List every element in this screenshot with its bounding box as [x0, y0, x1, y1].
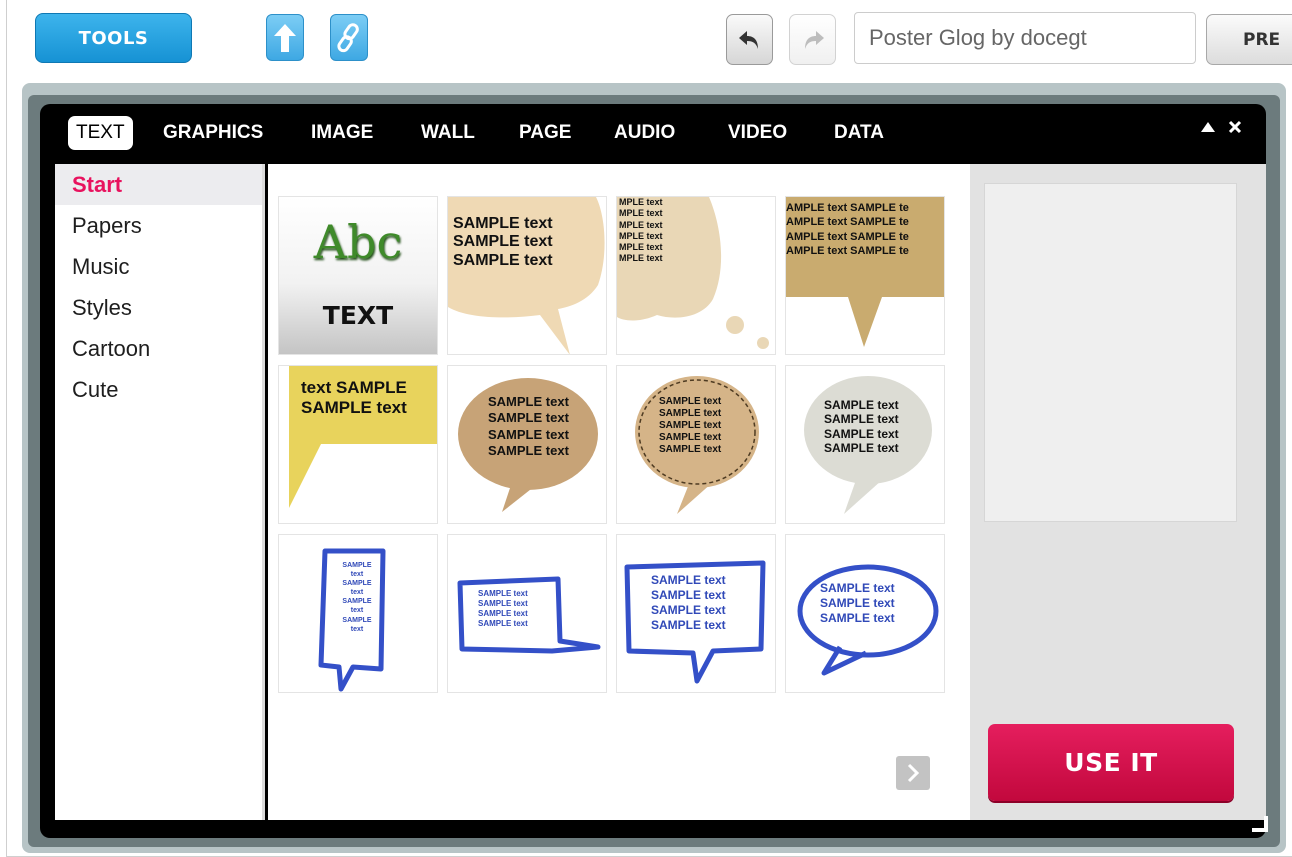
sample-text-block: MPLE text MPLE text MPLE text MPLE text MPL… [619, 197, 663, 264]
tab-wall[interactable]: WALL [413, 116, 483, 150]
close-icon [1228, 120, 1242, 134]
arrow-up-icon [274, 23, 296, 52]
thumbnail-blue-round-bubble[interactable]: SAMPLE text SAMPLE text SAMPLE text [785, 534, 945, 693]
category-cartoon[interactable]: Cartoon [55, 328, 262, 369]
category-styles[interactable]: Styles [55, 287, 262, 328]
category-papers[interactable]: Papers [55, 205, 262, 246]
upload-button[interactable] [266, 14, 304, 61]
thumbnail-yellow-bubble[interactable]: text SAMPLE SAMPLE text [278, 365, 438, 524]
sample-text-block: SAMPLE text SAMPLE text SAMPLE text SAMPLE … [659, 396, 722, 455]
thumbnail-text-label: TEXT [322, 301, 394, 330]
close-panel-button[interactable] [1228, 118, 1242, 139]
sample-text-block: SAMPLE text SAMPLE text SAMPLE text SAMPLE … [824, 398, 899, 456]
sample-text-block: SAMPLE text SAMPLE text SAMPLE text [820, 581, 895, 625]
sample-text-block: SAMPLE text SAMPLE text SAMPLE text SAMPLE … [651, 573, 726, 632]
thumbnail-grey-bubble[interactable]: SAMPLE text SAMPLE text SAMPLE text SAMPLE … [785, 365, 945, 524]
chevron-right-icon [907, 763, 920, 783]
thumbnail-thought-bubble[interactable]: MPLE text MPLE text MPLE text MPLE text MPL… [616, 196, 776, 355]
style-preview-area [984, 183, 1237, 522]
thumbnail-blue-box-bubble[interactable]: SAMPLE text SAMPLE text SAMPLE text SAMPLE … [616, 534, 776, 693]
undo-icon [738, 30, 758, 49]
link-button[interactable] [330, 14, 368, 61]
thumbnail-blue-tall-bubble[interactable]: SAMPLE text SAMPLE text SAMPLE text SAMPLE tex… [278, 534, 438, 693]
tab-video[interactable]: VIDEO [720, 116, 795, 150]
tab-audio[interactable]: AUDIO [606, 116, 683, 150]
abc-sample: Abc [313, 215, 403, 269]
resize-grip-icon[interactable] [1248, 812, 1270, 834]
panel-tabbar: TEXT GRAPHICS IMAGE WALL PAGE AUDIO VIDE… [40, 104, 1266, 164]
tab-data[interactable]: DATA [826, 116, 892, 150]
collapse-button[interactable] [1200, 118, 1216, 139]
undo-button[interactable] [726, 14, 773, 65]
category-sidebar: Start Papers Music Styles Cartoon Cute [55, 164, 265, 820]
style-thumbnail-grid: Abc TEXT SAMPLE text SAMPLE text SAMPLE te… [268, 164, 970, 820]
thumbnail-paper-bubble-1[interactable]: SAMPLE text SAMPLE text SAMPLE text [447, 196, 607, 355]
category-cute[interactable]: Cute [55, 369, 262, 410]
redo-icon [804, 30, 824, 49]
tab-image[interactable]: IMAGE [303, 116, 381, 150]
triangle-up-icon [1201, 122, 1215, 132]
sample-text-block: SAMPLE text SAMPLE text SAMPLE text SAMPLE tex… [342, 562, 372, 633]
sample-text-block: SAMPLE text SAMPLE text SAMPLE text SAMPLE … [478, 589, 528, 628]
use-it-button[interactable]: USE IT [988, 724, 1234, 801]
sample-text-block: SAMPLE text SAMPLE text SAMPLE text [453, 215, 553, 269]
thumbnail-grunge-bubble[interactable]: AMPLE text SAMPLE te AMPLE text SAMPLE te… [785, 196, 945, 355]
sample-text-block: SAMPLE text SAMPLE text SAMPLE text SAMPLE … [488, 394, 569, 458]
tools-button[interactable]: TOOLS [35, 13, 192, 63]
preview-button[interactable]: PRE [1206, 14, 1292, 65]
next-page-button[interactable] [896, 756, 930, 790]
tab-graphics[interactable]: GRAPHICS [155, 116, 271, 150]
thumbnail-oval-paper-bubble[interactable]: SAMPLE text SAMPLE text SAMPLE text SAMPLE … [447, 365, 607, 524]
tab-page[interactable]: PAGE [511, 116, 579, 150]
thumbnail-stitched-bubble[interactable]: SAMPLE text SAMPLE text SAMPLE text SAMPLE … [616, 365, 776, 524]
sample-text-block: text SAMPLE SAMPLE text [301, 378, 407, 417]
glog-title-input[interactable]: Poster Glog by docegt [854, 12, 1196, 64]
thumbnail-plain-text[interactable]: Abc TEXT [278, 196, 438, 355]
redo-button[interactable] [789, 14, 836, 65]
text-tools-panel: TEXT GRAPHICS IMAGE WALL PAGE AUDIO VIDE… [40, 104, 1266, 838]
category-music[interactable]: Music [55, 246, 262, 287]
thumbnail-blue-wide-bubble[interactable]: SAMPLE text SAMPLE text SAMPLE text SAMPLE … [447, 534, 607, 693]
sample-text-block: AMPLE text SAMPLE te AMPLE text SAMPLE te… [786, 202, 909, 257]
tab-text[interactable]: TEXT [68, 116, 133, 150]
category-start[interactable]: Start [55, 164, 262, 205]
preview-column: USE IT [970, 164, 1266, 820]
link-icon [337, 22, 359, 52]
